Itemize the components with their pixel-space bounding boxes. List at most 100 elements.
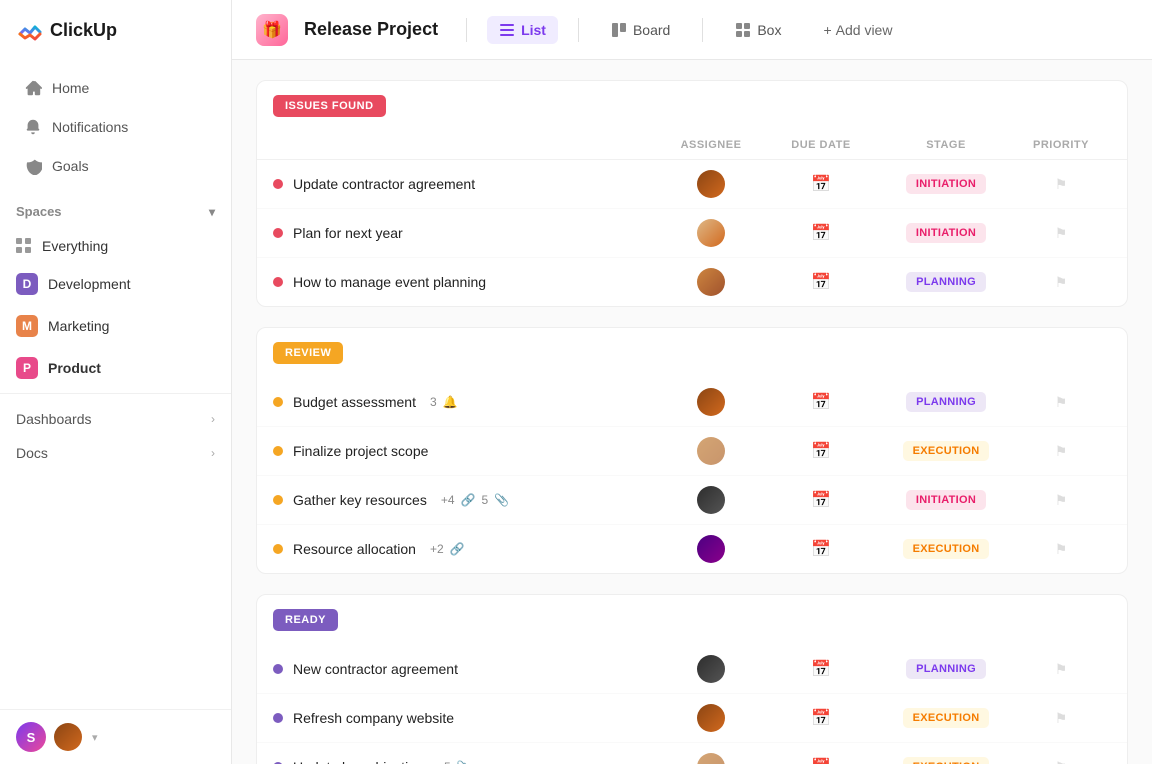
task-name: How to manage event planning: [293, 274, 486, 290]
assignee-avatar: [697, 388, 725, 416]
sidebar-item-everything[interactable]: Everything: [0, 229, 231, 263]
assignee-avatar: [697, 655, 725, 683]
clickup-logo[interactable]: ClickUp: [16, 16, 117, 44]
sidebar-item-marketing[interactable]: M Marketing: [0, 306, 231, 346]
stage-badge: EXECUTION: [903, 757, 990, 764]
priority-cell: ⚑: [1011, 759, 1111, 764]
stage-badge: EXECUTION: [903, 708, 990, 728]
priority-cell: ⚑: [1011, 274, 1111, 291]
stage-badge: PLANNING: [906, 659, 986, 679]
due-date-cell: 📅: [761, 659, 881, 679]
stage-cell: PLANNING: [881, 392, 1011, 412]
task-dot: [273, 544, 283, 554]
calendar-icon: 📅: [811, 708, 831, 728]
review-badge: REVIEW: [273, 342, 343, 364]
task-name-cell: Update key objectives 5 📎: [273, 759, 661, 764]
assignee-avatar: [697, 268, 725, 296]
sidebar-footer[interactable]: S ▾: [0, 709, 231, 764]
user-avatar-photo: [54, 723, 82, 751]
stage-cell: INITIATION: [881, 223, 1011, 243]
stage-badge: PLANNING: [906, 272, 986, 292]
table-row[interactable]: Refresh company website 📅 EXECUTION ⚑: [257, 694, 1127, 743]
due-date-cell: 📅: [761, 708, 881, 728]
task-dot: [273, 277, 283, 287]
col-due-date: DUE DATE: [761, 139, 881, 151]
calendar-icon: 📅: [811, 757, 831, 764]
task-dot: [273, 228, 283, 238]
task-name-cell: Refresh company website: [273, 710, 661, 726]
stage-badge: INITIATION: [906, 174, 986, 194]
section-ready: READY New contractor agreement 📅 PLANNIN…: [256, 594, 1128, 764]
sidebar: ClickUp Home Notifications Goals Spaces …: [0, 0, 232, 764]
sidebar-item-docs[interactable]: Docs ›: [0, 436, 231, 470]
table-row[interactable]: How to manage event planning 📅 PLANNING …: [257, 258, 1127, 306]
table-row[interactable]: Gather key resources +4 🔗 5 📎 📅 INITIATI…: [257, 476, 1127, 525]
sidebar-item-development[interactable]: D Development: [0, 264, 231, 304]
table-row[interactable]: Budget assessment 3 🔔 📅 PLANNING ⚑: [257, 378, 1127, 427]
task-name-cell: Budget assessment 3 🔔: [273, 394, 661, 410]
assignee-cell: [661, 388, 761, 416]
table-row[interactable]: Resource allocation +2 🔗 📅 EXECUTION ⚑: [257, 525, 1127, 573]
add-view-button[interactable]: + Add view: [813, 16, 902, 44]
link-icon: 🔗: [461, 493, 476, 507]
assignee-avatar: [697, 535, 725, 563]
table-row[interactable]: Plan for next year 📅 INITIATION ⚑: [257, 209, 1127, 258]
project-title: Release Project: [304, 19, 438, 40]
add-view-label: Add view: [836, 22, 893, 38]
task-dot: [273, 397, 283, 407]
sidebar-item-product[interactable]: P Product: [0, 348, 231, 388]
stage-badge: PLANNING: [906, 392, 986, 412]
board-icon: [611, 22, 627, 38]
docs-arrow-icon: ›: [211, 446, 215, 460]
tab-list[interactable]: List: [487, 16, 558, 44]
task-meta: +4 🔗 5 📎: [441, 493, 509, 507]
assignee-cell: [661, 655, 761, 683]
tab-board[interactable]: Board: [599, 16, 682, 44]
stage-badge: INITIATION: [906, 223, 986, 243]
stage-cell: EXECUTION: [881, 441, 1011, 461]
sidebar-item-notifications[interactable]: Notifications: [8, 108, 223, 146]
task-name-cell: Plan for next year: [273, 225, 661, 241]
tab-box[interactable]: Box: [723, 16, 793, 44]
header-divider: [466, 18, 467, 42]
meta-count: 3: [430, 395, 437, 409]
table-row[interactable]: Finalize project scope 📅 EXECUTION ⚑: [257, 427, 1127, 476]
stage-cell: EXECUTION: [881, 708, 1011, 728]
assignee-avatar: [697, 219, 725, 247]
due-date-cell: 📅: [761, 441, 881, 461]
logo-area: ClickUp: [0, 0, 231, 60]
flag-icon: ⚑: [1055, 443, 1068, 460]
task-name-cell: New contractor agreement: [273, 661, 661, 677]
priority-cell: ⚑: [1011, 710, 1111, 727]
avatar-initial: S: [27, 730, 36, 745]
task-name-cell: How to manage event planning: [273, 274, 661, 290]
sidebar-item-goals[interactable]: Goals: [8, 147, 223, 185]
main-nav: Home Notifications Goals: [0, 60, 231, 194]
assignee-avatar: [697, 170, 725, 198]
docs-label: Docs: [16, 445, 48, 461]
task-meta: 3 🔔: [430, 395, 458, 409]
col-name: [273, 139, 661, 151]
meta-count: +4: [441, 493, 455, 507]
task-name: Budget assessment: [293, 394, 416, 410]
assignee-cell: [661, 486, 761, 514]
stage-badge: EXECUTION: [903, 441, 990, 461]
dashboards-arrow-icon: ›: [211, 412, 215, 426]
sidebar-item-dashboards[interactable]: Dashboards ›: [0, 402, 231, 436]
table-row[interactable]: New contractor agreement 📅 PLANNING ⚑: [257, 645, 1127, 694]
bell-icon: [24, 118, 42, 136]
issues-header: ISSUES FOUND: [257, 81, 1127, 131]
assignee-avatar: [697, 704, 725, 732]
task-name-cell: Update contractor agreement: [273, 176, 661, 192]
sidebar-item-home[interactable]: Home: [8, 69, 223, 107]
spaces-header[interactable]: Spaces ▾: [0, 194, 231, 229]
task-meta: +2 🔗: [430, 542, 465, 556]
meta-count: 5: [444, 760, 451, 764]
assignee-cell: [661, 535, 761, 563]
project-icon: 🎁: [256, 14, 288, 46]
table-row[interactable]: Update key objectives 5 📎 📅 EXECUTION ⚑: [257, 743, 1127, 764]
spaces-chevron-icon: ▾: [209, 205, 215, 219]
product-badge: P: [16, 357, 38, 379]
table-row[interactable]: Update contractor agreement 📅 INITIATION…: [257, 160, 1127, 209]
due-date-cell: 📅: [761, 539, 881, 559]
